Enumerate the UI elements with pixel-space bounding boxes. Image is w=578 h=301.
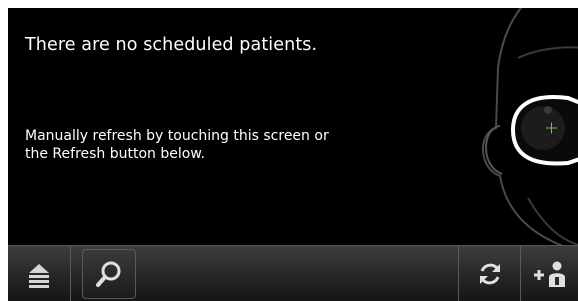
bottom-toolbar: [8, 245, 578, 301]
refresh-button[interactable]: [464, 249, 516, 299]
no-patients-message: There are no scheduled patients.: [25, 35, 318, 55]
add-person-icon: [534, 261, 565, 287]
eject-menu-icon: [29, 264, 49, 288]
refresh-hint-line: the Refresh button below.: [25, 146, 205, 162]
refresh-touch-area[interactable]: There are no scheduled patients. Manuall…: [8, 8, 578, 245]
menu-button[interactable]: [12, 249, 66, 299]
app-screen[interactable]: There are no scheduled patients. Manuall…: [8, 8, 578, 301]
refresh-icon: [480, 263, 500, 285]
refresh-hint: Manually refresh by touching this screen…: [25, 127, 329, 163]
add-patient-button[interactable]: [524, 249, 578, 299]
toolbar-divider: [520, 246, 521, 301]
toolbar-divider: [458, 246, 459, 301]
refresh-hint-line: Manually refresh by touching this screen…: [25, 128, 329, 144]
toolbar-divider: [70, 246, 71, 301]
eye-goggle-icon: [510, 95, 578, 166]
search-button[interactable]: [82, 249, 136, 299]
magnifier-icon: [96, 261, 121, 287]
